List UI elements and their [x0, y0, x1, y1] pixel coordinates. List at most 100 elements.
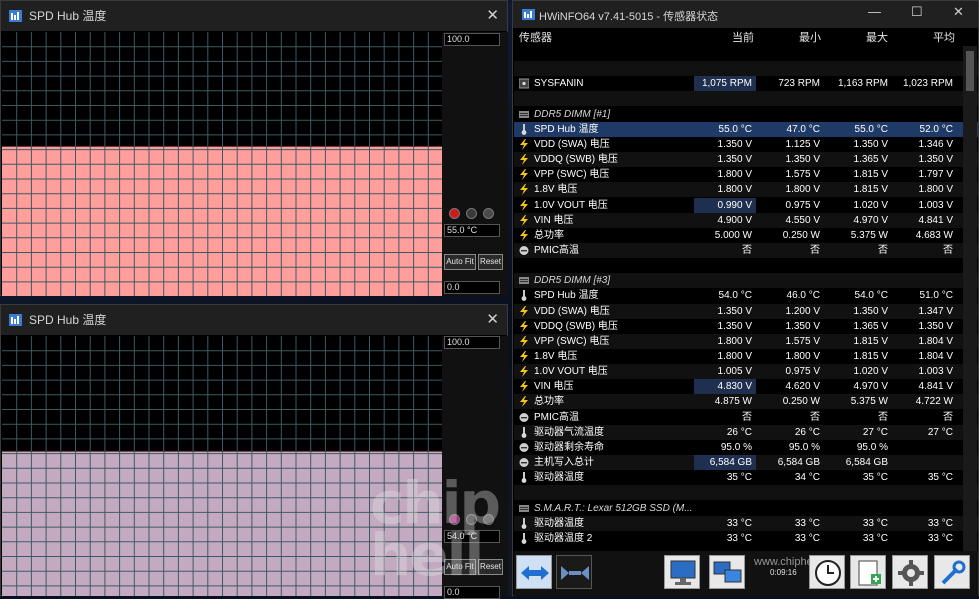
graph-window-titlebar[interactable]: SPD Hub 温度 ✕	[1, 305, 507, 335]
sensor-group-row[interactable]: DDR5 DIMM [#3]	[514, 273, 978, 289]
avg-value: 33 °C	[927, 517, 953, 529]
sensor-row[interactable]: VIN 电压 4.830 V 4.620 V 4.970 V 4.841 V	[514, 379, 978, 395]
sensor-row[interactable]: VDD (SWA) 电压 1.350 V 1.200 V 1.350 V 1.347 V	[514, 303, 978, 319]
column-sensor[interactable]: 传感器	[519, 29, 552, 45]
sensor-row[interactable]: 1.0V VOUT 电压 0.990 V 0.975 V 1.020 V 1.003 V	[514, 197, 978, 213]
max-value: 95.0 %	[856, 441, 888, 453]
tools-button[interactable]	[934, 555, 970, 589]
sensor-row[interactable]: 总功率 5.000 W 0.250 W 5.375 W 4.683 W	[514, 228, 978, 243]
column-avg[interactable]: 平均	[933, 29, 955, 45]
avg-value: 33 °C	[927, 532, 953, 544]
sensor-row[interactable]: 驱动器温度 2 33 °C 33 °C 33 °C 33 °C	[514, 531, 978, 546]
min-value: 1.800 V	[785, 351, 820, 362]
sensor-row[interactable]: 总功率 4.875 W 0.250 W 5.375 W 4.722 W	[514, 394, 978, 410]
current-value: 否	[742, 411, 752, 423]
color-dot-red[interactable]	[449, 208, 460, 219]
min-value: 0.250 W	[782, 229, 820, 241]
sensor-name: 驱动器温度	[534, 472, 584, 484]
sensor-row[interactable]: VPP (SWC) 电压 1.800 V 1.575 V 1.815 V 1.797 V	[514, 167, 978, 182]
hwinfo-app-icon	[9, 10, 22, 22]
min-value: 33 °C	[794, 517, 820, 529]
avg-value: 1.804 V	[918, 351, 953, 362]
sensor-name: VPP (SWC) 电压	[534, 335, 610, 347]
settings-button[interactable]	[892, 555, 928, 589]
color-dot-dark[interactable]	[483, 208, 494, 219]
sensor-group-row[interactable]: DDR5 DIMM [#1]	[514, 107, 978, 122]
color-dot-gray[interactable]	[466, 208, 477, 219]
avg-value: 1.804 V	[918, 335, 953, 347]
logging-button[interactable]	[709, 555, 745, 589]
max-value: 1.815 V	[853, 335, 888, 347]
graph-window-titlebar[interactable]: SPD Hub 温度 ✕	[1, 1, 507, 31]
clock-button[interactable]	[809, 555, 845, 589]
expand-columns-button[interactable]	[516, 555, 552, 589]
min-value: 1.125 V	[785, 138, 820, 150]
max-value: 1.350 V	[853, 138, 888, 150]
column-min[interactable]: 最小	[799, 29, 821, 45]
monitor-network-icon	[670, 560, 696, 585]
max-value-box[interactable]: 100.0	[444, 33, 500, 46]
thermometer-icon	[519, 123, 529, 135]
avg-value: 1,023 RPM	[902, 78, 953, 90]
close-icon[interactable]: ✕	[486, 305, 499, 335]
max-value: 5.375 W	[850, 229, 888, 241]
sensor-row[interactable]: SPD Hub 温度 54.0 °C 46.0 °C 54.0 °C 51.0 °C	[514, 288, 978, 303]
sensor-name: 驱动器温度 2	[534, 532, 593, 544]
sensor-row[interactable]: 驱动器温度 33 °C 33 °C 33 °C 33 °C	[514, 515, 978, 531]
avg-value: 否	[943, 411, 953, 423]
sensor-row[interactable]: 1.0V VOUT 电压 1.005 V 0.975 V 1.020 V 1.003 V	[514, 364, 978, 380]
sensor-row[interactable]: VDDQ (SWB) 电压 1.350 V 1.350 V 1.365 V 1.350 …	[514, 319, 978, 334]
reset-button[interactable]: Reset	[478, 254, 503, 270]
min-value: 0.975 V	[785, 199, 820, 211]
sensor-row[interactable]: 驱动器气流温度 26 °C 26 °C 27 °C 27 °C	[514, 424, 978, 440]
voltage-icon	[519, 320, 529, 332]
sensor-row[interactable]: SPD Hub 温度 55.0 °C 47.0 °C 55.0 °C 52.0 °C	[514, 121, 978, 137]
sensor-row[interactable]: 1.8V 电压 1.800 V 1.800 V 1.815 V 1.804 V	[514, 349, 978, 364]
add-report-button[interactable]	[850, 555, 886, 589]
sensor-name: PMIC高温	[534, 244, 579, 256]
sensor-row[interactable]: 1.8V 电压 1.800 V 1.800 V 1.815 V 1.800 V	[514, 182, 978, 198]
sensor-row[interactable]: SYSFANIN 1,075 RPM 723 RPM 1,163 RPM 1,023 R…	[514, 76, 978, 92]
voltage-icon	[519, 305, 529, 317]
max-value-box[interactable]: 100.0	[444, 336, 500, 349]
sensor-window-titlebar[interactable]: HWiNFO64 v7.41-5015 - 传感器状态 — ☐ ✕	[513, 1, 978, 28]
sensor-row[interactable]: VPP (SWC) 电压 1.800 V 1.575 V 1.815 V 1.804 V	[514, 333, 978, 349]
network-button[interactable]	[664, 555, 700, 589]
close-icon[interactable]: ✕	[486, 1, 499, 31]
drive-icon	[519, 503, 529, 514]
sensor-name: DDR5 DIMM [#3]	[534, 275, 611, 287]
vertical-scrollbar[interactable]	[963, 46, 977, 551]
column-max[interactable]: 最大	[866, 29, 888, 45]
avg-value: 1.797 V	[918, 169, 953, 181]
max-value: 5.375 W	[850, 396, 888, 408]
sensor-row[interactable]: PMIC高温 否 否 否 否	[514, 410, 978, 425]
avg-value: 1.350 V	[918, 320, 953, 332]
thermometer-icon	[519, 532, 529, 544]
scrollbar-thumb[interactable]	[966, 51, 974, 91]
sensor-row[interactable]: 驱动器剩余寿命 95.0 % 95.0 % 95.0 %	[514, 440, 978, 455]
thermometer-icon	[519, 426, 529, 438]
min-value-box[interactable]: 0.0	[444, 281, 500, 294]
minimize-icon[interactable]: —	[868, 4, 881, 19]
current-value: 1.800 V	[717, 184, 752, 196]
sensor-row[interactable]: VDD (SWA) 电压 1.350 V 1.125 V 1.350 V 1.346 V	[514, 137, 978, 152]
sensor-row[interactable]: PMIC高温 否 否 否 否	[514, 242, 978, 258]
auto-fit-button[interactable]: Auto Fit	[444, 254, 476, 270]
min-value: 33 °C	[794, 532, 820, 544]
column-current[interactable]: 当前	[732, 29, 754, 45]
current-value: 95.0 %	[720, 441, 752, 453]
sensor-row[interactable]: VIN 电压 4.900 V 4.550 V 4.970 V 4.841 V	[514, 212, 978, 228]
min-value: 1.575 V	[785, 169, 820, 181]
close-icon[interactable]: ✕	[953, 4, 964, 20]
chiphell-logo-watermark: chip hell	[370, 469, 501, 589]
sensor-group-row[interactable]: S.M.A.R.T.: Lexar 512GB SSD (M...	[514, 501, 978, 516]
maximize-icon[interactable]: ☐	[911, 4, 923, 20]
blank-row	[514, 46, 978, 61]
sensor-row[interactable]: 驱动器温度 35 °C 34 °C 35 °C 35 °C	[514, 470, 978, 485]
sensor-row[interactable]: VDDQ (SWB) 电压 1.350 V 1.350 V 1.365 V 1.350 …	[514, 152, 978, 168]
collapse-columns-button[interactable]	[556, 555, 592, 589]
sensor-row[interactable]: 主机写入总计 6,584 GB 6,584 GB 6,584 GB	[514, 455, 978, 471]
avg-value: 4.722 W	[915, 396, 953, 408]
sensor-name: 驱动器温度	[534, 517, 584, 529]
avg-value: 4.841 V	[918, 381, 953, 393]
